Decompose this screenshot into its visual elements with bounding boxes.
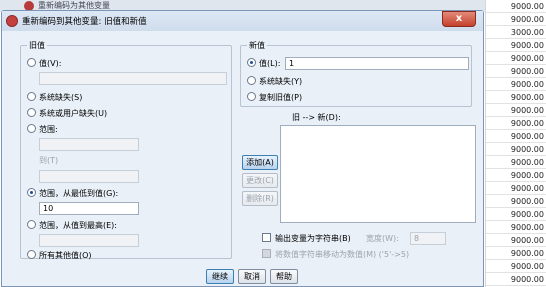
data-cell[interactable]: 9000.00	[486, 234, 546, 247]
old-value-label: 值(V):	[39, 59, 62, 68]
dialog-body: 旧值 值(V): 系统缺失(S) 系统或用户缺失(U) 范围: 到(T) 范围，…	[8, 33, 478, 286]
old-all-other-label: 所有其他值(O)	[39, 251, 92, 260]
old-range-lowest-input[interactable]: 10	[39, 202, 139, 215]
old-range-label: 范围:	[39, 125, 58, 134]
width-input[interactable]: 8	[410, 232, 446, 245]
old-new-list-label: 旧 --> 新(D):	[292, 113, 341, 122]
spss-app-icon	[6, 15, 18, 27]
data-cell[interactable]: 9000.00	[486, 195, 546, 208]
add-button[interactable]: 添加(A)	[242, 155, 278, 170]
remove-button[interactable]: 删除(R)	[242, 191, 278, 206]
copy-old-value-label: 复制旧值(P)	[259, 93, 303, 102]
dialog-title: 重新编码到其他变量: 旧值和新值	[22, 17, 147, 27]
old-value-input[interactable]	[39, 72, 227, 85]
old-system-missing-radio[interactable]: 系统缺失(S)	[27, 92, 82, 104]
data-cell[interactable]: 9000.00	[486, 78, 546, 91]
old-value-legend: 旧值	[27, 40, 47, 51]
radio-button-selected[interactable]	[247, 58, 256, 67]
data-cell[interactable]: 9000.00	[486, 52, 546, 65]
new-system-missing-label: 系统缺失(Y)	[259, 77, 303, 86]
old-system-or-user-missing-label: 系统或用户缺失(U)	[39, 109, 108, 118]
convert-numeric-label: 将数值字符串移动为数值(M) ('5'->5)	[275, 250, 410, 259]
old-range-from-input[interactable]	[39, 138, 139, 151]
convert-numeric-checkbox[interactable]: 将数值字符串移动为数值(M) ('5'->5)	[262, 249, 409, 261]
cancel-button[interactable]: 取消	[238, 269, 266, 284]
data-cell[interactable]: 3000.00	[486, 26, 546, 39]
radio-button-selected[interactable]	[27, 188, 36, 197]
data-cell[interactable]: 9000.00	[486, 169, 546, 182]
radio-button[interactable]	[27, 220, 36, 229]
data-cell[interactable]: 9000.00	[486, 156, 546, 169]
data-cell[interactable]: 9000.00	[486, 39, 546, 52]
data-cell[interactable]: 9000.00	[486, 273, 546, 286]
old-range-to-input[interactable]	[39, 170, 139, 183]
old-system-missing-label: 系统缺失(S)	[39, 93, 83, 102]
data-cell[interactable]: 9000.00	[486, 247, 546, 260]
recode-old-new-values-dialog: 重新编码到其他变量: 旧值和新值 x 旧值 值(V): 系统缺失(S) 系统或用…	[1, 10, 484, 287]
data-cell[interactable]: 9000.00	[486, 221, 546, 234]
radio-button[interactable]	[27, 108, 36, 117]
checkbox[interactable]	[262, 233, 271, 242]
old-range-through-label: 到(T)	[39, 156, 59, 165]
data-cell[interactable]: 9000.00	[486, 143, 546, 156]
old-value-group: 旧值 值(V): 系统缺失(S) 系统或用户缺失(U) 范围: 到(T) 范围，…	[20, 40, 232, 262]
new-value-group: 新值 值(L): 1 系统缺失(Y) 复制旧值(P)	[240, 40, 472, 107]
data-cell[interactable]: 9000.00	[486, 208, 546, 221]
radio-button[interactable]	[247, 76, 256, 85]
radio-button[interactable]	[27, 58, 36, 67]
old-all-other-radio[interactable]: 所有其他值(O)	[27, 250, 92, 262]
radio-button[interactable]	[27, 250, 36, 259]
data-cell[interactable]: 9000.00	[486, 260, 546, 273]
old-range-highest-radio[interactable]: 范围，从值到最高(E):	[27, 220, 117, 232]
data-cell[interactable]: 9000.00	[486, 117, 546, 130]
width-label: 宽度(W):	[366, 234, 399, 243]
output-string-label: 输出变量为字符串(B)	[275, 234, 351, 243]
radio-button[interactable]	[27, 92, 36, 101]
help-button[interactable]: 帮助	[270, 269, 298, 284]
data-cell[interactable]: 9000.00	[486, 13, 546, 26]
old-range-lowest-radio[interactable]: 范围，从最低到值(G):	[27, 188, 118, 200]
checkbox[interactable]	[262, 249, 271, 258]
old-system-or-user-missing-radio[interactable]: 系统或用户缺失(U)	[27, 108, 107, 120]
old-range-radio[interactable]: 范围:	[27, 124, 58, 136]
data-cell[interactable]: 9000.00	[486, 65, 546, 78]
data-column: 9000.00 9000.00 3000.00 9000.00 9000.00 9000.…	[485, 0, 546, 287]
close-button[interactable]: x	[442, 11, 476, 27]
new-value-radio[interactable]: 值(L):	[247, 58, 280, 70]
data-cell[interactable]: 9000.00	[486, 0, 546, 13]
data-cell[interactable]: 9000.00	[486, 130, 546, 143]
radio-button[interactable]	[247, 92, 256, 101]
old-range-highest-label: 范围，从值到最高(E):	[39, 221, 117, 230]
old-new-listbox[interactable]	[280, 125, 476, 223]
data-cell[interactable]: 9000.00	[486, 104, 546, 117]
new-value-legend: 新值	[247, 40, 267, 51]
output-string-checkbox[interactable]: 输出变量为字符串(B)	[262, 233, 351, 245]
new-system-missing-radio[interactable]: 系统缺失(Y)	[247, 76, 302, 88]
data-cell[interactable]: 9000.00	[486, 182, 546, 195]
old-value-radio[interactable]: 值(V):	[27, 58, 61, 70]
radio-button[interactable]	[27, 124, 36, 133]
old-range-lowest-label: 范围，从最低到值(G):	[39, 189, 119, 198]
old-range-highest-input[interactable]	[39, 234, 139, 247]
continue-button[interactable]: 继续	[206, 269, 234, 284]
dialog-titlebar[interactable]: 重新编码到其他变量: 旧值和新值 x	[2, 11, 483, 31]
data-cell[interactable]: 9000.00	[486, 91, 546, 104]
change-button[interactable]: 更改(C)	[242, 173, 278, 188]
new-value-label: 值(L):	[259, 59, 281, 68]
new-value-input[interactable]: 1	[285, 57, 469, 70]
copy-old-value-radio[interactable]: 复制旧值(P)	[247, 92, 302, 104]
